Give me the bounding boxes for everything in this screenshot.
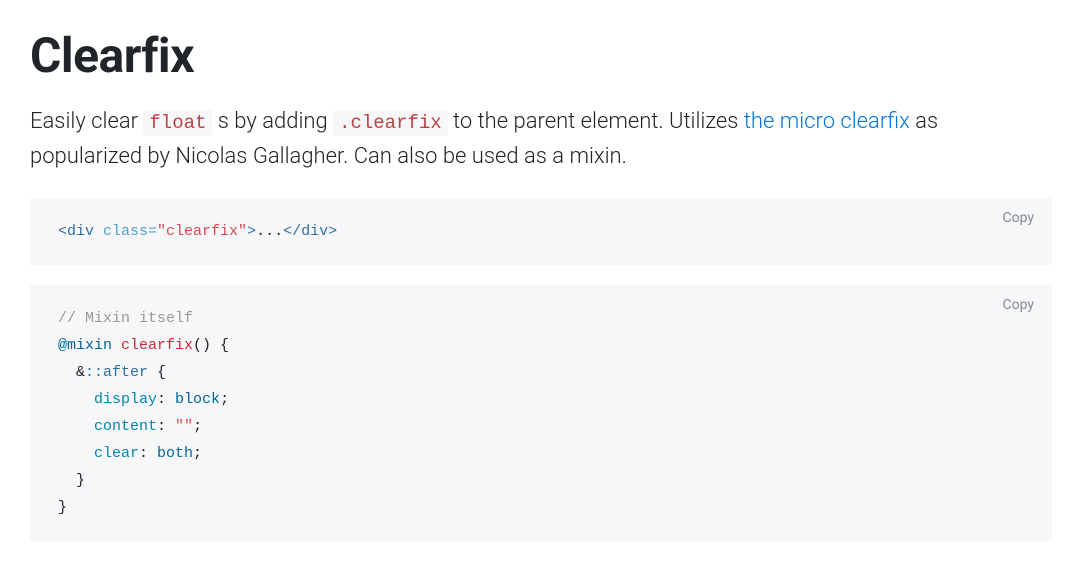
content: ...	[256, 223, 283, 240]
tag: </div>	[283, 223, 337, 240]
pseudo: ::after	[85, 364, 148, 381]
punct: :	[139, 445, 157, 462]
tag: <div	[58, 223, 94, 240]
copy-button[interactable]: Copy	[1002, 210, 1034, 226]
lead-text: to the parent element. Utilizes	[448, 109, 744, 134]
attr-name: class=	[103, 223, 157, 240]
keyword: @mixin	[58, 337, 112, 354]
lead-text: s by adding	[212, 109, 333, 134]
punct: :	[157, 418, 175, 435]
punct: ;	[220, 391, 229, 408]
value: ""	[175, 418, 193, 435]
code-content: <div class="clearfix">...</div>	[58, 218, 1024, 245]
attr-value: "clearfix"	[157, 223, 247, 240]
comment: // Mixin itself	[58, 310, 193, 327]
punct: () {	[193, 337, 229, 354]
property: display	[58, 391, 157, 408]
punct: ;	[193, 445, 202, 462]
page-title: Clearfix	[30, 20, 1052, 92]
value: both	[157, 445, 193, 462]
value: block	[175, 391, 220, 408]
code-block-scss: Copy // Mixin itself @mixin clearfix() {…	[30, 285, 1052, 541]
tag: >	[247, 223, 256, 240]
function-name: clearfix	[121, 337, 193, 354]
code-float: float	[143, 110, 212, 136]
code-block-html: Copy <div class="clearfix">...</div>	[30, 198, 1052, 265]
micro-clearfix-link[interactable]: the micro clearfix	[744, 109, 910, 134]
punct: {	[148, 364, 166, 381]
code-content: // Mixin itself @mixin clearfix() { &::a…	[58, 305, 1024, 521]
property: clear	[58, 445, 139, 462]
punct: }	[58, 499, 67, 516]
punct: }	[58, 472, 85, 489]
code-clearfix: .clearfix	[333, 110, 448, 136]
property: content	[58, 418, 157, 435]
selector: &	[58, 364, 85, 381]
copy-button[interactable]: Copy	[1002, 297, 1034, 313]
lead-text: Easily clear	[30, 109, 143, 134]
punct: ;	[193, 418, 202, 435]
punct: :	[157, 391, 175, 408]
lead-paragraph: Easily clear float s by adding .clearfix…	[30, 104, 1052, 174]
